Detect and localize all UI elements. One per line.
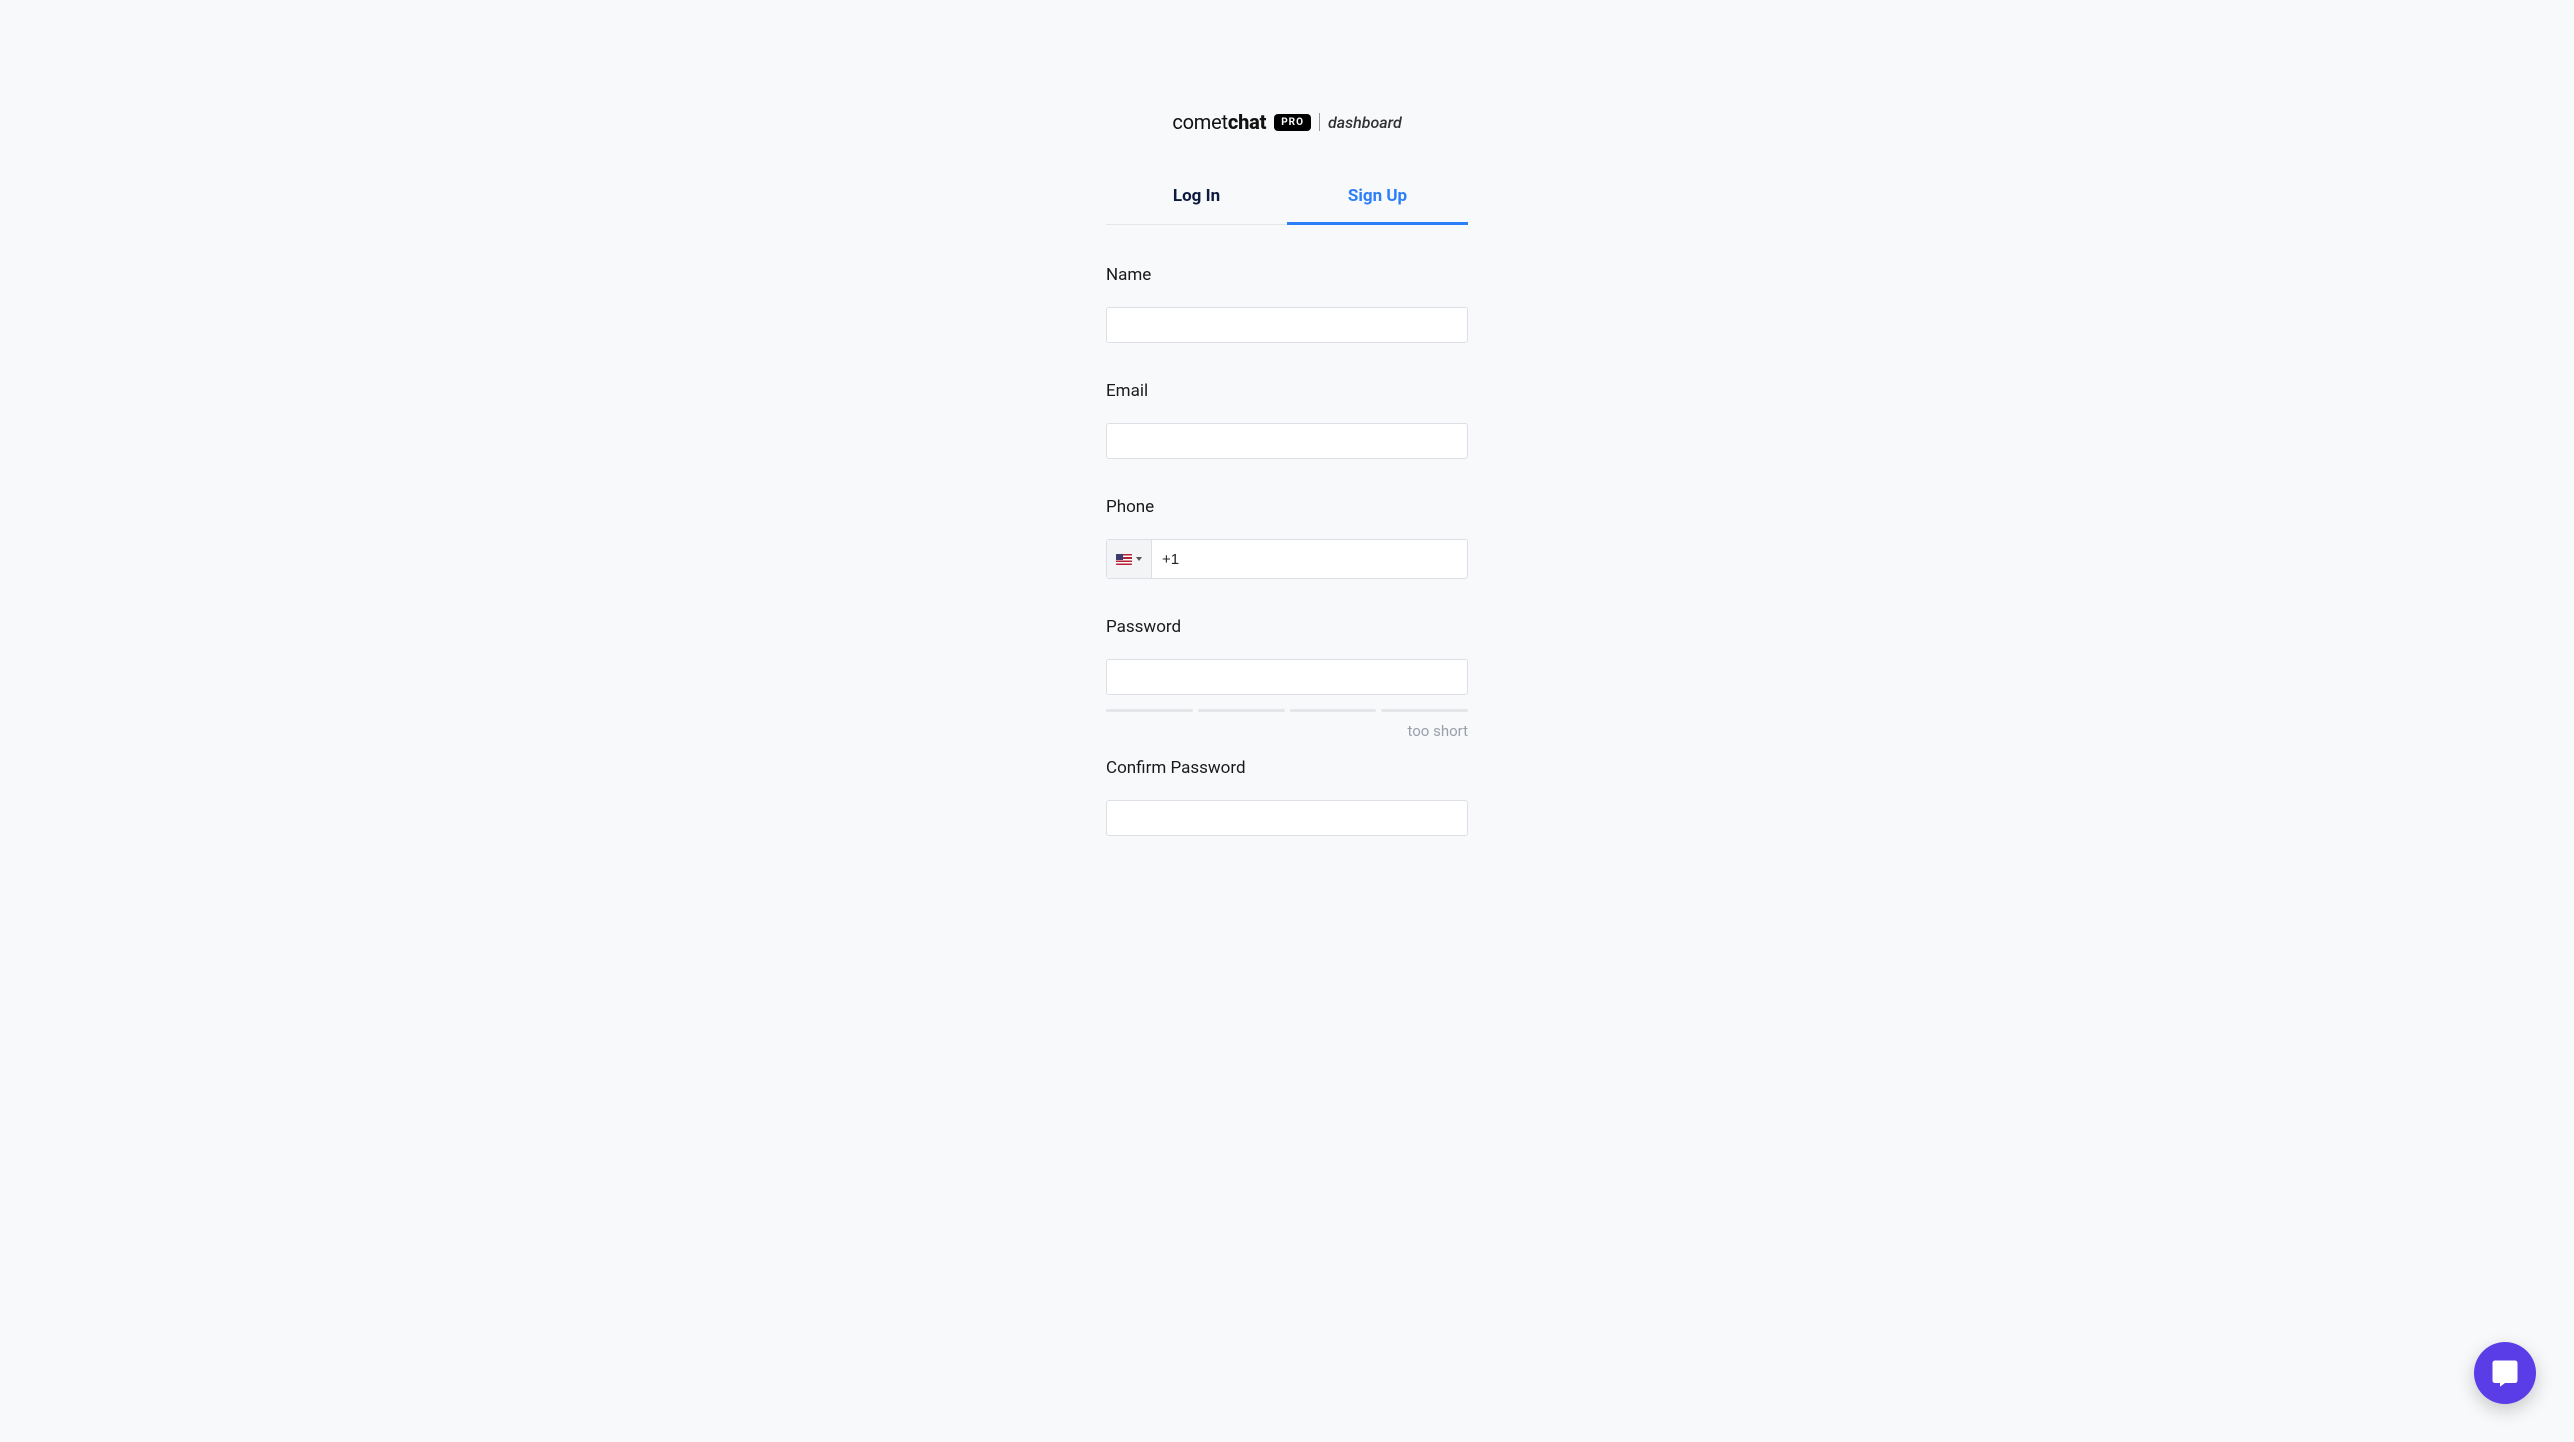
phone-input-wrap <box>1106 539 1468 579</box>
auth-tabs: Log In Sign Up <box>1106 186 1468 225</box>
tab-login[interactable]: Log In <box>1106 186 1287 224</box>
field-name: Name <box>1106 265 1468 343</box>
chat-widget-button[interactable] <box>2474 1342 2536 1404</box>
name-input[interactable] <box>1106 307 1468 343</box>
password-strength-label: too short <box>1106 722 1468 740</box>
brand-divider <box>1319 113 1320 131</box>
label-phone: Phone <box>1106 497 1468 517</box>
phone-input[interactable] <box>1152 540 1467 578</box>
us-flag-icon <box>1116 554 1132 565</box>
brand-logo: cometchat PRO dashboard <box>1106 110 1468 134</box>
brand-name-light: comet <box>1172 110 1228 134</box>
label-email: Email <box>1106 381 1468 401</box>
confirm-password-input[interactable] <box>1106 800 1468 836</box>
brand-name: cometchat <box>1172 110 1266 134</box>
email-input[interactable] <box>1106 423 1468 459</box>
country-selector[interactable] <box>1107 540 1152 578</box>
label-confirm-password: Confirm Password <box>1106 758 1468 778</box>
caret-down-icon <box>1136 557 1142 561</box>
field-confirm-password: Confirm Password <box>1106 758 1468 836</box>
pro-badge: PRO <box>1274 114 1311 131</box>
brand-sub: dashboard <box>1328 113 1402 132</box>
password-strength-meter <box>1106 709 1468 712</box>
password-input[interactable] <box>1106 659 1468 695</box>
tab-signup[interactable]: Sign Up <box>1287 186 1468 225</box>
brand-name-bold: chat <box>1228 110 1266 134</box>
chat-icon <box>2490 1358 2520 1388</box>
label-name: Name <box>1106 265 1468 285</box>
label-password: Password <box>1106 617 1468 637</box>
field-email: Email <box>1106 381 1468 459</box>
field-password: Password too short <box>1106 617 1468 740</box>
field-phone: Phone <box>1106 497 1468 579</box>
